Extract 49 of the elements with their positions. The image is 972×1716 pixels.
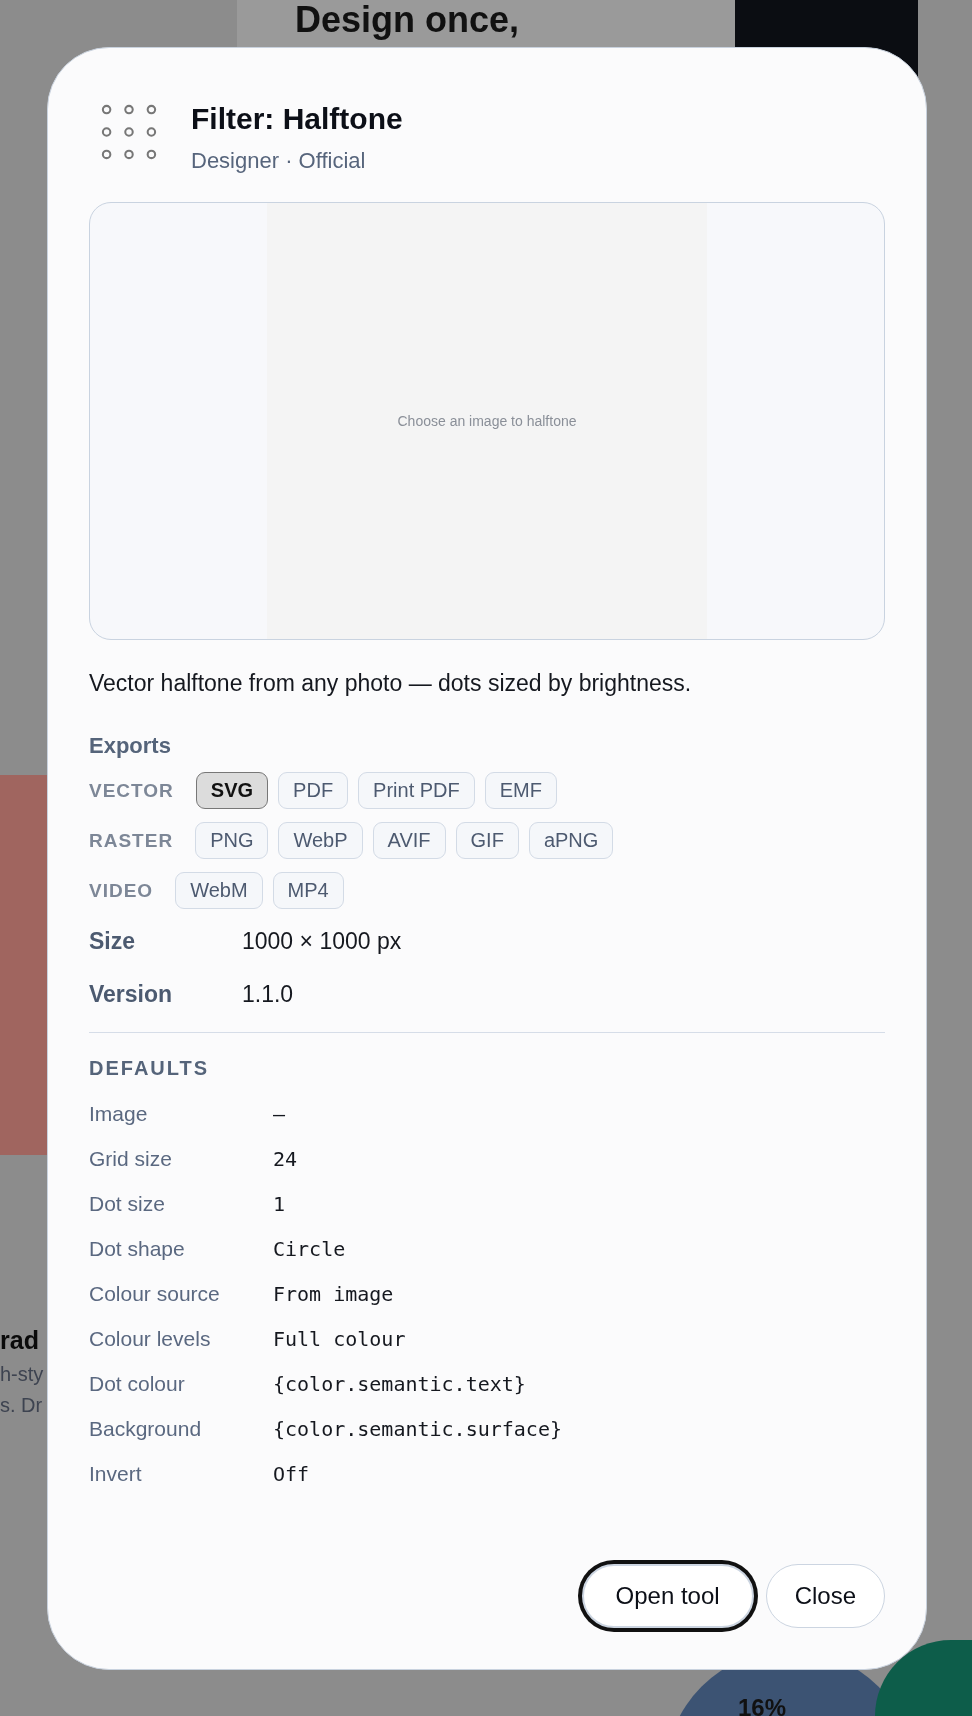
card-text: h-sty: [0, 1363, 44, 1386]
format-chip[interactable]: GIF: [455, 822, 519, 859]
format-chip[interactable]: MP4: [272, 872, 344, 909]
setting-label: Colour source: [89, 1281, 221, 1306]
spec-label: Size: [89, 928, 137, 955]
spec-value: 1000 × 1000 px: [242, 928, 402, 955]
section-heading: Exports: [89, 733, 172, 759]
format-chip[interactable]: WebP: [278, 822, 363, 859]
setting-value: {color.semantic.surface}: [273, 1416, 562, 1441]
setting-value: 1: [273, 1191, 286, 1216]
group-label: VIDEO: [89, 879, 154, 902]
setting-label: Dot shape: [89, 1236, 186, 1261]
format-chip[interactable]: WebM: [175, 872, 263, 909]
card-title: rad: [0, 1326, 40, 1355]
setting-value: {color.semantic.text}: [273, 1371, 526, 1396]
description: Vector halftone from any photo — dots sized by brightness.: [89, 670, 693, 697]
setting-value: Full colour: [273, 1326, 406, 1351]
section-heading: DEFAULTS: [89, 1057, 211, 1080]
format-chip[interactable]: Print PDF: [358, 772, 475, 809]
setting-label: Grid size: [89, 1146, 173, 1171]
format-chip[interactable]: aPNG: [528, 822, 614, 859]
setting-label: Image: [89, 1101, 149, 1126]
setting-value: —: [273, 1101, 286, 1126]
card-text: s. Dr: [0, 1394, 44, 1417]
setting-label: Background: [89, 1416, 203, 1441]
group-label: VECTOR: [89, 779, 174, 802]
setting-label: Invert: [89, 1461, 143, 1486]
spec-value: 1.1.0: [242, 981, 294, 1008]
dot-grid-icon: [101, 104, 157, 160]
dialog-subtitle: Designer · Official: [191, 148, 367, 174]
setting-label: Colour levels: [89, 1326, 212, 1351]
setting-value: 24: [273, 1146, 298, 1171]
format-chip[interactable]: PNG: [195, 822, 269, 859]
setting-label: Dot colour: [89, 1371, 186, 1396]
spec-label: Version: [89, 981, 174, 1008]
close-button[interactable]: Close: [765, 1564, 885, 1628]
format-chip[interactable]: AVIF: [372, 822, 446, 859]
format-chip[interactable]: EMF: [484, 772, 557, 809]
group-label: RASTER: [89, 829, 174, 852]
format-chip[interactable]: PDF: [278, 772, 349, 809]
dialog-title: Filter: Halftone: [191, 101, 403, 137]
setting-value: Off: [273, 1461, 310, 1486]
setting-label: Dot size: [89, 1191, 166, 1216]
setting-value: Circle: [273, 1236, 346, 1261]
chart-label: 16%: [738, 1694, 787, 1716]
format-chip[interactable]: SVG: [195, 772, 269, 809]
setting-value: From image: [273, 1281, 394, 1306]
preview-prompt: Choose an image to halftone: [397, 413, 577, 429]
hero-heading: Design once,: [295, 0, 520, 40]
